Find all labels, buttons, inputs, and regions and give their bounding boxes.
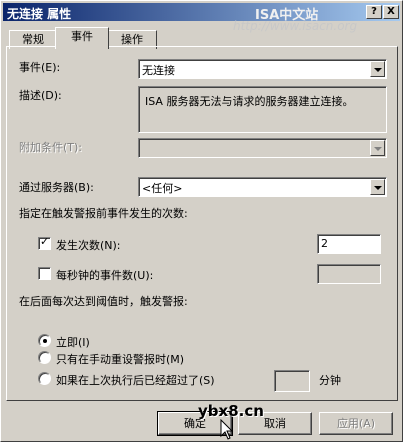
radio-manual-reset[interactable] — [38, 351, 51, 364]
tab-events[interactable]: 事件 — [55, 27, 109, 49]
properties-dialog: 无连接 属性 ISA中文站 ? X http://www.isacn.org 常… — [0, 0, 403, 442]
event-select[interactable]: 无连接 — [138, 59, 387, 79]
event-label: 事件(E): — [19, 61, 61, 74]
chevron-down-icon — [374, 147, 382, 151]
checkmark-icon: ✓ — [40, 235, 50, 248]
via-server-label: 通过服务器(B): — [19, 181, 94, 194]
minutes-unit-label: 分钟 — [319, 374, 341, 387]
additional-dropdown-button — [370, 140, 385, 156]
radio-immediately-label: 立即(I) — [56, 336, 90, 349]
occurrences-value: 2 — [321, 237, 328, 250]
per-second-input — [317, 264, 381, 284]
radio-manual-reset-label: 只有在手动重设警报时(M) — [56, 353, 185, 366]
occurrences-label: 发生次数(N): — [56, 239, 121, 252]
radio-elapsed-label: 如果在上次执行后已经超过了(S) — [56, 374, 215, 387]
watermark-url: http://www.isacn.org — [233, 19, 358, 33]
specify-count-label: 指定在触发警报前事件发生的次数: — [19, 207, 188, 220]
after-threshold-label: 在后面每次达到阈值时，触发警报: — [19, 295, 188, 308]
via-server-value: <任何> — [142, 182, 183, 195]
chevron-down-icon — [374, 186, 382, 190]
event-select-value: 无连接 — [142, 64, 175, 77]
mouse-cursor-icon — [220, 419, 234, 440]
chevron-down-icon — [374, 68, 382, 72]
occurrences-input[interactable]: 2 — [317, 234, 381, 254]
per-second-label: 每秒钟的事件数(U): — [56, 269, 154, 282]
window-title: 无连接 属性 — [7, 7, 72, 21]
occurrences-checkbox[interactable]: ✓ — [38, 235, 51, 250]
description-text: ISA 服务器无法与请求的服务器建立连接。 — [145, 95, 354, 108]
radio-elapsed[interactable] — [38, 372, 51, 385]
help-button[interactable]: ? — [366, 5, 382, 19]
minutes-input — [274, 370, 310, 392]
description-text-box: ISA 服务器无法与请求的服务器建立连接。 — [138, 86, 387, 133]
watermark-bottom: ybx8.cn — [198, 402, 264, 420]
per-second-checkbox[interactable] — [38, 267, 51, 280]
additional-condition-select — [138, 138, 387, 158]
additional-condition-label: 附加条件(T): — [19, 141, 83, 154]
radio-selected-dot — [43, 339, 47, 343]
radio-immediately[interactable] — [38, 334, 51, 347]
event-dropdown-button[interactable] — [370, 61, 385, 77]
via-server-select[interactable]: <任何> — [138, 177, 387, 197]
description-label: 描述(D): — [19, 89, 62, 102]
apply-button: 应用(A) — [319, 412, 393, 435]
via-server-dropdown-button[interactable] — [370, 179, 385, 195]
close-button[interactable]: X — [383, 5, 399, 19]
